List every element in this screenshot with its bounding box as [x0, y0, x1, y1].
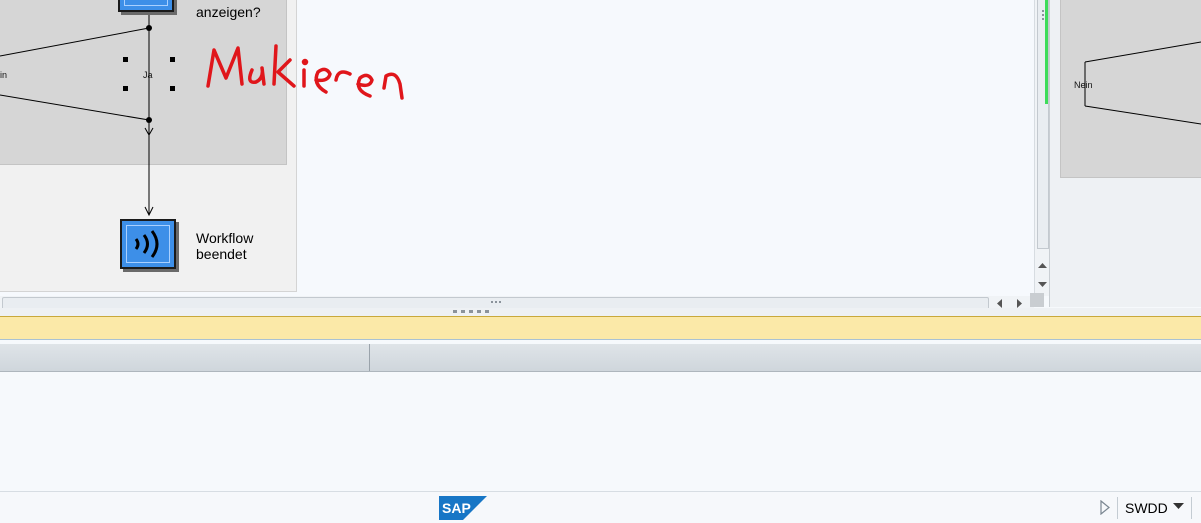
workflow-canvas[interactable]: anzeigen? in Ja Workflow beendet — [0, 0, 1034, 296]
end-step-label: Workflow beendet — [196, 230, 253, 262]
right-branch-no-label: Nein — [1074, 80, 1093, 90]
scroll-corner — [1030, 293, 1044, 307]
pane-splitter[interactable] — [0, 308, 1201, 316]
dropdown-arrow-icon[interactable] — [1173, 503, 1184, 510]
decision-step-label: anzeigen? — [196, 4, 261, 20]
message-bar — [0, 316, 1201, 340]
workflow-step-icon[interactable] — [118, 0, 174, 12]
table-header — [0, 344, 1201, 372]
branch-no-label: in — [0, 70, 8, 80]
workflow-end-icon[interactable] — [120, 219, 176, 269]
scroll-up-icon[interactable] — [1037, 260, 1048, 290]
system-id[interactable]: SWDD — [1125, 500, 1168, 516]
branch-yes-label: Ja — [143, 70, 153, 80]
status-divider — [1117, 497, 1118, 519]
svg-text:SAP: SAP — [442, 500, 471, 516]
status-bar — [0, 491, 1201, 523]
column-divider[interactable] — [369, 344, 370, 371]
sap-logo: SAP — [439, 496, 487, 520]
status-divider-right — [1191, 497, 1192, 519]
scroll-highlight — [1045, 0, 1048, 104]
play-triangle-icon[interactable] — [1099, 500, 1111, 515]
end-step-label-line2: beendet — [196, 246, 247, 262]
table-body — [0, 372, 1201, 490]
end-step-label-line1: Workflow — [196, 230, 254, 246]
handwritten-annotation — [206, 44, 404, 100]
